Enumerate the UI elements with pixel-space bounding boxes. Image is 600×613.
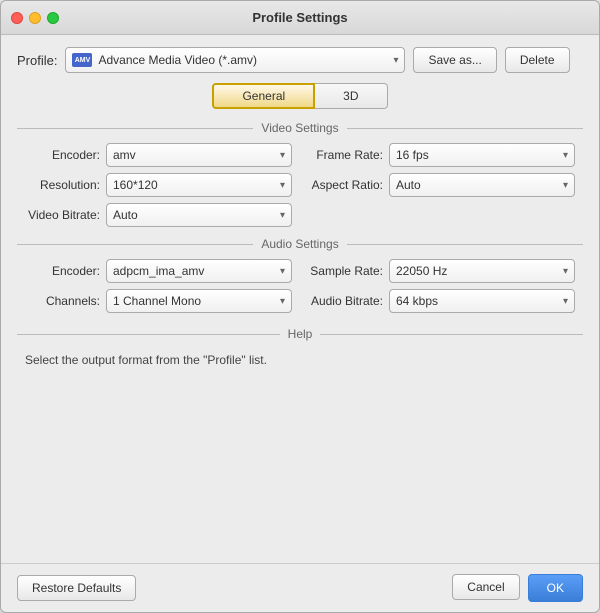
video-settings-title: Video Settings [261,121,338,135]
audio-settings-fields: Encoder: adpcm_ima_amv ▾ Sample Rate: 22… [17,259,583,313]
audio-bitrate-chevron-icon: ▾ [563,296,568,307]
profile-select-text: AMV Advance Media Video (*.amv) [72,53,257,67]
encoder-label: Encoder: [25,148,100,162]
video-bitrate-chevron-icon: ▾ [280,210,285,221]
audio-encoder-chevron-icon: ▾ [280,266,285,277]
delete-button[interactable]: Delete [505,47,570,73]
tabs-row: General 3D [17,83,583,109]
aspect-ratio-chevron-icon: ▾ [563,180,568,191]
profile-settings-window: Profile Settings Profile: AMV Advance Me… [0,0,600,613]
aspect-ratio-value: Auto [396,178,421,192]
tab-general[interactable]: General [212,83,315,109]
section-line-left [17,128,253,129]
frame-rate-label: Frame Rate: [308,148,383,162]
minimize-button[interactable] [29,12,41,24]
frame-rate-field-row: Frame Rate: 16 fps ▾ [308,143,575,167]
encoder-value: amv [113,148,136,162]
audio-encoder-select[interactable]: adpcm_ima_amv ▾ [106,259,292,283]
window-title: Profile Settings [252,10,347,25]
sample-rate-value: 22050 Hz [396,264,447,278]
channels-label: Channels: [25,294,100,308]
encoder-select[interactable]: amv ▾ [106,143,292,167]
profile-label: Profile: [17,53,57,68]
maximize-button[interactable] [47,12,59,24]
frame-rate-value: 16 fps [396,148,429,162]
resolution-chevron-icon: ▾ [280,180,285,191]
footer: Restore Defaults Cancel OK [1,563,599,612]
sample-rate-select[interactable]: 22050 Hz ▾ [389,259,575,283]
audio-settings-section: Audio Settings Encoder: adpcm_ima_amv ▾ … [17,237,583,313]
channels-value: 1 Channel Mono [113,294,201,308]
audio-bitrate-field-row: Audio Bitrate: 64 kbps ▾ [308,289,575,313]
help-section: Help Select the output format from the "… [17,327,583,551]
audio-bitrate-label: Audio Bitrate: [308,294,383,308]
audio-encoder-label: Encoder: [25,264,100,278]
resolution-field-row: Resolution: 160*120 ▾ [25,173,292,197]
sample-rate-label: Sample Rate: [308,264,383,278]
restore-defaults-button[interactable]: Restore Defaults [17,575,136,601]
help-section-line-right [320,334,583,335]
audio-section-line-left [17,244,253,245]
footer-right-buttons: Cancel OK [452,574,583,602]
section-line-right [347,128,583,129]
video-settings-header: Video Settings [17,121,583,135]
aspect-ratio-label: Aspect Ratio: [308,178,383,192]
video-settings-fields: Encoder: amv ▾ Frame Rate: 16 fps ▾ Reso… [17,143,583,227]
channels-chevron-icon: ▾ [280,296,285,307]
encoder-chevron-icon: ▾ [280,150,285,161]
profile-row: Profile: AMV Advance Media Video (*.amv)… [17,47,583,73]
video-bitrate-value: Auto [113,208,138,222]
audio-settings-header: Audio Settings [17,237,583,251]
video-bitrate-field-row: Video Bitrate: Auto ▾ [25,203,292,227]
sample-rate-field-row: Sample Rate: 22050 Hz ▾ [308,259,575,283]
resolution-label: Resolution: [25,178,100,192]
frame-rate-chevron-icon: ▾ [563,150,568,161]
profile-selected-value: Advance Media Video (*.amv) [98,53,257,67]
content-area: Profile: AMV Advance Media Video (*.amv)… [1,35,599,563]
help-section-line-left [17,334,280,335]
audio-bitrate-value: 64 kbps [396,294,438,308]
video-bitrate-select[interactable]: Auto ▾ [106,203,292,227]
channels-field-row: Channels: 1 Channel Mono ▾ [25,289,292,313]
audio-section-line-right [347,244,583,245]
save-as-button[interactable]: Save as... [413,47,496,73]
chevron-down-icon: ▾ [393,55,398,66]
help-header: Help [17,327,583,341]
ok-button[interactable]: OK [528,574,583,602]
aspect-ratio-field-row: Aspect Ratio: Auto ▾ [308,173,575,197]
help-title: Help [288,327,313,341]
resolution-select[interactable]: 160*120 ▾ [106,173,292,197]
profile-select[interactable]: AMV Advance Media Video (*.amv) ▾ [65,47,405,73]
audio-bitrate-select[interactable]: 64 kbps ▾ [389,289,575,313]
sample-rate-chevron-icon: ▾ [563,266,568,277]
video-settings-section: Video Settings Encoder: amv ▾ Frame Rate… [17,121,583,227]
frame-rate-select[interactable]: 16 fps ▾ [389,143,575,167]
audio-encoder-field-row: Encoder: adpcm_ima_amv ▾ [25,259,292,283]
profile-icon: AMV [72,53,92,67]
video-bitrate-label: Video Bitrate: [25,208,100,222]
aspect-ratio-select[interactable]: Auto ▾ [389,173,575,197]
encoder-field-row: Encoder: amv ▾ [25,143,292,167]
traffic-lights [11,12,59,24]
channels-select[interactable]: 1 Channel Mono ▾ [106,289,292,313]
tab-3d[interactable]: 3D [315,83,387,109]
resolution-value: 160*120 [113,178,158,192]
audio-encoder-value: adpcm_ima_amv [113,264,204,278]
help-text: Select the output format from the "Profi… [17,349,583,371]
title-bar: Profile Settings [1,1,599,35]
close-button[interactable] [11,12,23,24]
audio-settings-title: Audio Settings [261,237,338,251]
cancel-button[interactable]: Cancel [452,574,519,600]
